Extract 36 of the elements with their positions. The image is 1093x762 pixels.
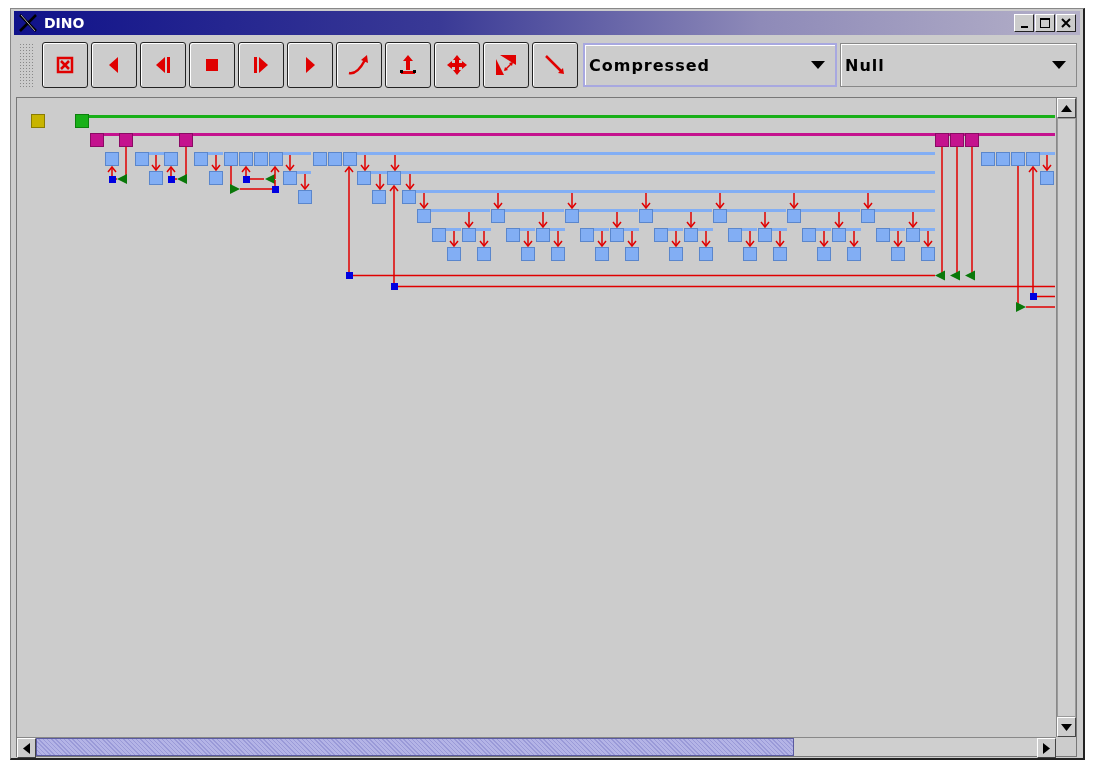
curved-arrow-icon (347, 53, 371, 77)
left-triangle-icon (23, 742, 30, 754)
tool-button[interactable] (91, 42, 137, 88)
resize-triangles-icon (494, 53, 518, 77)
close-icon (1060, 17, 1072, 29)
scroll-up-button[interactable] (1057, 98, 1076, 118)
scroll-down-button[interactable] (1057, 717, 1076, 737)
move-cross-icon (445, 53, 469, 77)
minimize-button[interactable] (1014, 14, 1034, 32)
dropdown-caret-icon (811, 61, 825, 69)
x-logo-icon (18, 14, 38, 32)
dropdown[interactable]: Null (840, 43, 1077, 87)
tool-button[interactable] (42, 42, 88, 88)
scroll-right-button[interactable] (1037, 738, 1056, 758)
tool-button[interactable] (189, 42, 235, 88)
tool-button[interactable] (238, 42, 284, 88)
tool-button[interactable] (287, 42, 333, 88)
tool-button[interactable] (532, 42, 578, 88)
down-triangle-icon (1061, 723, 1072, 731)
tool-button[interactable] (336, 42, 382, 88)
tool-button[interactable] (434, 42, 480, 88)
scroll-left-button[interactable] (17, 738, 36, 758)
dropdown-caret-icon (1052, 61, 1066, 69)
diagonal-line-icon (543, 53, 567, 77)
up-triangle-icon (1061, 104, 1072, 112)
maximize-icon (1039, 17, 1051, 29)
tool-button[interactable] (385, 42, 431, 88)
maximize-button[interactable] (1035, 14, 1055, 32)
tool-button[interactable] (483, 42, 529, 88)
minimize-icon (1020, 26, 1028, 28)
right-triangle-icon (1043, 742, 1050, 754)
window-title: DINO (44, 15, 85, 31)
dropdown[interactable]: Compressed (583, 43, 837, 87)
tool-button[interactable] (140, 42, 186, 88)
horizontal-scroll-thumb[interactable] (36, 738, 794, 756)
close-button[interactable] (1056, 14, 1076, 32)
